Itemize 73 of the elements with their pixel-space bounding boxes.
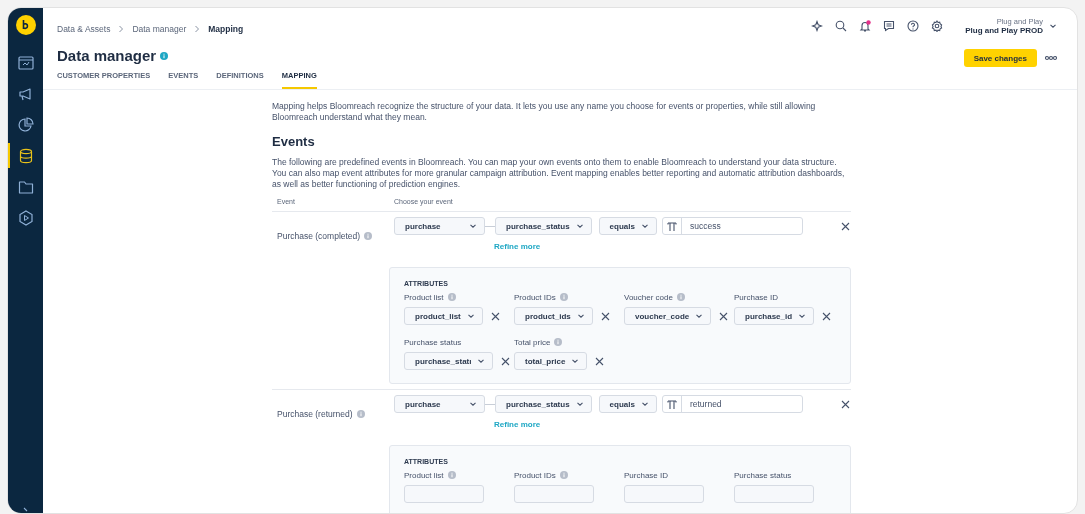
- chevron-icon: [798, 312, 807, 320]
- dropdown[interactable]: purchase: [394, 395, 485, 413]
- close-icon[interactable]: [841, 221, 850, 231]
- chevron-icon: [466, 312, 475, 320]
- chat-icon[interactable]: [883, 20, 896, 32]
- close-icon[interactable]: [595, 356, 605, 366]
- breadcrumb-link[interactable]: Data & Assets: [57, 24, 111, 34]
- chevron-right-icon: [194, 25, 201, 33]
- text-type-icon: [666, 221, 677, 231]
- section-description: The following are predefined events in Bloomreach. You can map your own events onto them to enable Bloomreach to understand your data structure. You can also map event attributes for more granular campaign attribution. Event mapping enables better reporting and automatic attribution dashboards, as well as better functioning of prediction engines.: [272, 157, 846, 190]
- value-field[interactable]: returned: [661, 395, 803, 413]
- play-icon[interactable]: [16, 208, 35, 227]
- attribute-label: Product IDs: [514, 292, 556, 302]
- close-icon[interactable]: [822, 311, 832, 321]
- dashboard-icon[interactable]: [16, 53, 35, 72]
- chevron-right-icon: [118, 25, 125, 33]
- breadcrumb-link[interactable]: Data manager: [132, 24, 187, 34]
- attribute-label: Total price: [514, 337, 551, 347]
- dropdown[interactable]: purchase: [394, 217, 485, 235]
- chevron-icon: [640, 222, 649, 230]
- value-field[interactable]: success: [661, 217, 803, 235]
- help-icon[interactable]: [907, 20, 920, 32]
- attribute-label: Purchase status: [404, 337, 462, 347]
- close-icon[interactable]: [600, 311, 610, 321]
- dropdown[interactable]: purchase_id: [734, 307, 815, 325]
- chevron-icon: [575, 400, 584, 408]
- chevron-icon: [695, 312, 704, 320]
- save-button[interactable]: Save changes: [963, 49, 1037, 67]
- breadcrumb-current: Mapping: [208, 24, 244, 34]
- logo-icon: [15, 15, 36, 35]
- bell-icon[interactable]: [859, 20, 872, 32]
- dropdown[interactable]: purchase_status: [495, 217, 592, 235]
- section-heading: Events: [272, 134, 316, 149]
- close-icon[interactable]: [501, 356, 511, 366]
- chevron-icon: [571, 357, 580, 365]
- info-icon: [160, 51, 169, 60]
- attribute-label: Voucher code: [624, 292, 673, 302]
- close-icon[interactable]: [719, 311, 729, 321]
- dropdown[interactable]: equals: [598, 395, 657, 413]
- chevron-icon: [477, 357, 486, 365]
- event-name: Purchase (completed): [277, 231, 361, 241]
- more-icon[interactable]: [1045, 55, 1057, 61]
- event-name: Purchase (returned): [277, 409, 353, 419]
- chevron-icon: [576, 312, 585, 320]
- dropdown[interactable]: purchase_statı: [404, 352, 494, 370]
- chevron-icon: [469, 400, 477, 408]
- page-title: Data manager: [57, 47, 157, 64]
- attribute-label: Purchase ID: [734, 292, 779, 302]
- search-icon[interactable]: [835, 20, 848, 32]
- sparkle-icon[interactable]: [811, 20, 824, 32]
- chevron-icon: [469, 222, 477, 230]
- text-type-icon: [666, 399, 677, 409]
- dropdown[interactable]: product_list: [404, 307, 483, 325]
- pie-chart-icon[interactable]: [16, 115, 35, 134]
- dropdown[interactable]: total_price: [514, 352, 588, 370]
- info-icon: [356, 410, 365, 418]
- attribute-label: Purchase status: [734, 470, 792, 480]
- chevron-icon: [640, 400, 649, 408]
- dropdown[interactable]: purchase_status: [495, 395, 592, 413]
- dropdown[interactable]: equals: [598, 217, 657, 235]
- info-icon: [364, 232, 373, 240]
- dropdown[interactable]: voucher_code: [624, 307, 712, 325]
- settings-icon[interactable]: [931, 20, 944, 32]
- attribute-label: Product list: [404, 292, 444, 302]
- close-icon[interactable]: [841, 399, 850, 409]
- attribute-label: Product IDs: [514, 470, 556, 480]
- chevron-icon: [1049, 22, 1057, 30]
- chevron-icon: [575, 222, 584, 230]
- close-icon[interactable]: [490, 311, 500, 321]
- attribute-label: Product list: [404, 470, 444, 480]
- dropdown[interactable]: product_ids: [514, 307, 593, 325]
- attribute-label: Purchase ID: [624, 470, 669, 480]
- intro-text: Mapping helps Bloomreach recognize the structure of your data. It lets you use any name you choose for events or properties, while still allowing Bloomreach understand what they mean.: [272, 101, 817, 123]
